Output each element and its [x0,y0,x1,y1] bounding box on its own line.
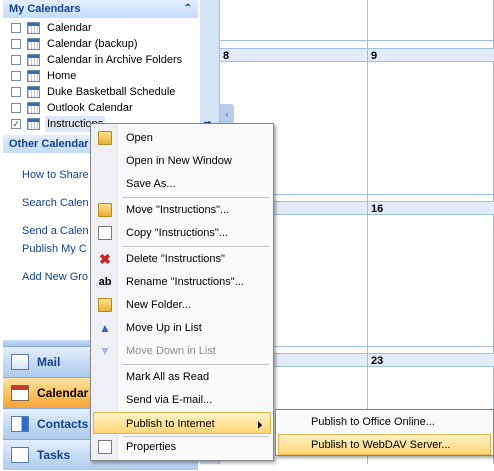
menu-item-label: Save As... [126,178,176,190]
day-number: 8 [223,50,230,62]
calendar-label: Outlook Calendar [47,102,133,114]
calendar-checkbox[interactable] [11,23,21,33]
calendar-icon [11,385,29,401]
calendar-icon [27,70,40,82]
link-search-calendars[interactable]: Search Calen [22,197,89,209]
publish-submenu: Publish to Office Online... Publish to W… [275,409,494,456]
menu-item-rename[interactable]: ab Rename "Instructions"... [93,271,271,293]
menu-item-save-as[interactable]: Save As... [93,173,271,195]
link-send-calendar[interactable]: Send a Calen [22,225,89,237]
submenu-arrow-icon [258,421,262,429]
menu-item-move-down[interactable]: ▼ Move Down in List [93,340,271,362]
nav-button-label: Contacts [37,417,89,431]
link-add-new-group[interactable]: Add New Gro [22,271,88,283]
submenu-item-label: Publish to WebDAV Server... [311,439,451,451]
calendar-label: Calendar in Archive Folders [47,54,183,66]
menu-item-move-up[interactable]: ▲ Move Up in List [93,317,271,339]
menu-item-label: Move Down in List [126,345,216,357]
other-calendars-title: Other Calendar [9,138,89,150]
day-header-9[interactable]: 9 [368,48,494,62]
arrow-down-icon: ▼ [99,344,111,358]
menu-item-label: Properties [126,441,177,453]
menu-item-new-folder[interactable]: New Folder... [93,294,271,316]
calendar-icon [27,38,40,50]
menu-item-label: Publish to Internet [126,418,215,430]
open-folder-icon [98,131,112,145]
day-header-8[interactable]: 8 [220,48,367,62]
submenu-item-label: Publish to Office Online... [311,416,435,428]
link-publish-calendar[interactable]: Publish My C [22,243,87,255]
calendar-checkbox[interactable] [11,87,21,97]
menu-item-label: Open in New Window [126,155,232,167]
day-number: 23 [371,355,384,367]
copy-folder-icon [98,226,112,240]
calendar-checkbox[interactable] [11,71,21,81]
day-header-16[interactable]: 16 [368,201,494,215]
calendar-icon [27,54,40,66]
new-folder-icon [98,298,112,312]
nav-button-label: Tasks [37,448,71,462]
menu-item-label: New Folder... [126,299,191,311]
menu-item-delete[interactable]: ✖ Delete "Instructions" [93,248,271,270]
menu-item-label: Move "Instructions"... [126,204,230,216]
rename-icon: ab [98,276,112,288]
tasks-icon [11,447,29,463]
menu-item-label: Rename "Instructions"... [126,276,244,288]
calendar-icon [27,86,40,98]
menu-item-publish-internet[interactable]: Publish to Internet [93,412,271,434]
move-folder-icon [98,203,112,217]
mail-icon [11,354,29,370]
my-calendars-title: My Calendars [9,3,81,15]
calendar-icon [27,118,40,130]
link-how-to-share[interactable]: How to Share [22,169,89,181]
calendar-checkbox[interactable] [11,103,21,113]
menu-item-mark-all-read[interactable]: Mark All as Read [93,366,271,388]
menu-item-open-new-window[interactable]: Open in New Window [93,150,271,172]
menu-item-label: Move Up in List [126,322,202,334]
menu-item-move[interactable]: Move "Instructions"... [93,199,271,221]
arrow-up-icon: ▲ [99,321,111,335]
contacts-icon [11,416,29,432]
calendar-checkbox[interactable] [11,39,21,49]
menu-item-label: Copy "Instructions"... [126,227,228,239]
my-calendars-header[interactable]: My Calendars ⌃ [3,0,198,18]
menu-item-send-email[interactable]: Send via E-mail... [93,389,271,411]
delete-icon: ✖ [99,251,111,267]
menu-item-properties[interactable]: Properties [93,436,271,458]
calendar-checkbox[interactable] [11,55,21,65]
menu-item-open[interactable]: Open [93,127,271,149]
properties-icon [98,440,112,454]
calendar-icon [27,102,40,114]
menu-item-label: Mark All as Read [126,371,210,383]
day-number: 16 [371,203,384,215]
submenu-item-office-online[interactable]: Publish to Office Online... [278,412,491,433]
calendar-icon [27,22,40,34]
submenu-item-webdav[interactable]: Publish to WebDAV Server... [278,434,491,455]
calendar-label: Home [47,70,77,82]
menu-item-label: Delete "Instructions" [126,253,225,265]
menu-item-label: Open [126,132,153,144]
day-header-23[interactable]: 23 [368,353,494,367]
menu-item-copy[interactable]: Copy "Instructions"... [93,222,271,244]
nav-button-label: Mail [37,355,61,369]
collapse-chevron-icon[interactable]: ⌃ [184,0,192,18]
calendar-label: Calendar [47,22,92,34]
calendar-label: Calendar (backup) [47,38,138,50]
context-menu: Open Open in New Window Save As... Move … [90,123,274,461]
menu-item-label: Send via E-mail... [126,394,213,406]
calendar-label: Duke Basketball Schedule [47,86,176,98]
nav-button-label: Calendar [37,386,89,400]
day-number: 9 [371,50,378,62]
calendar-checkbox-checked[interactable]: ✓ [11,119,21,129]
